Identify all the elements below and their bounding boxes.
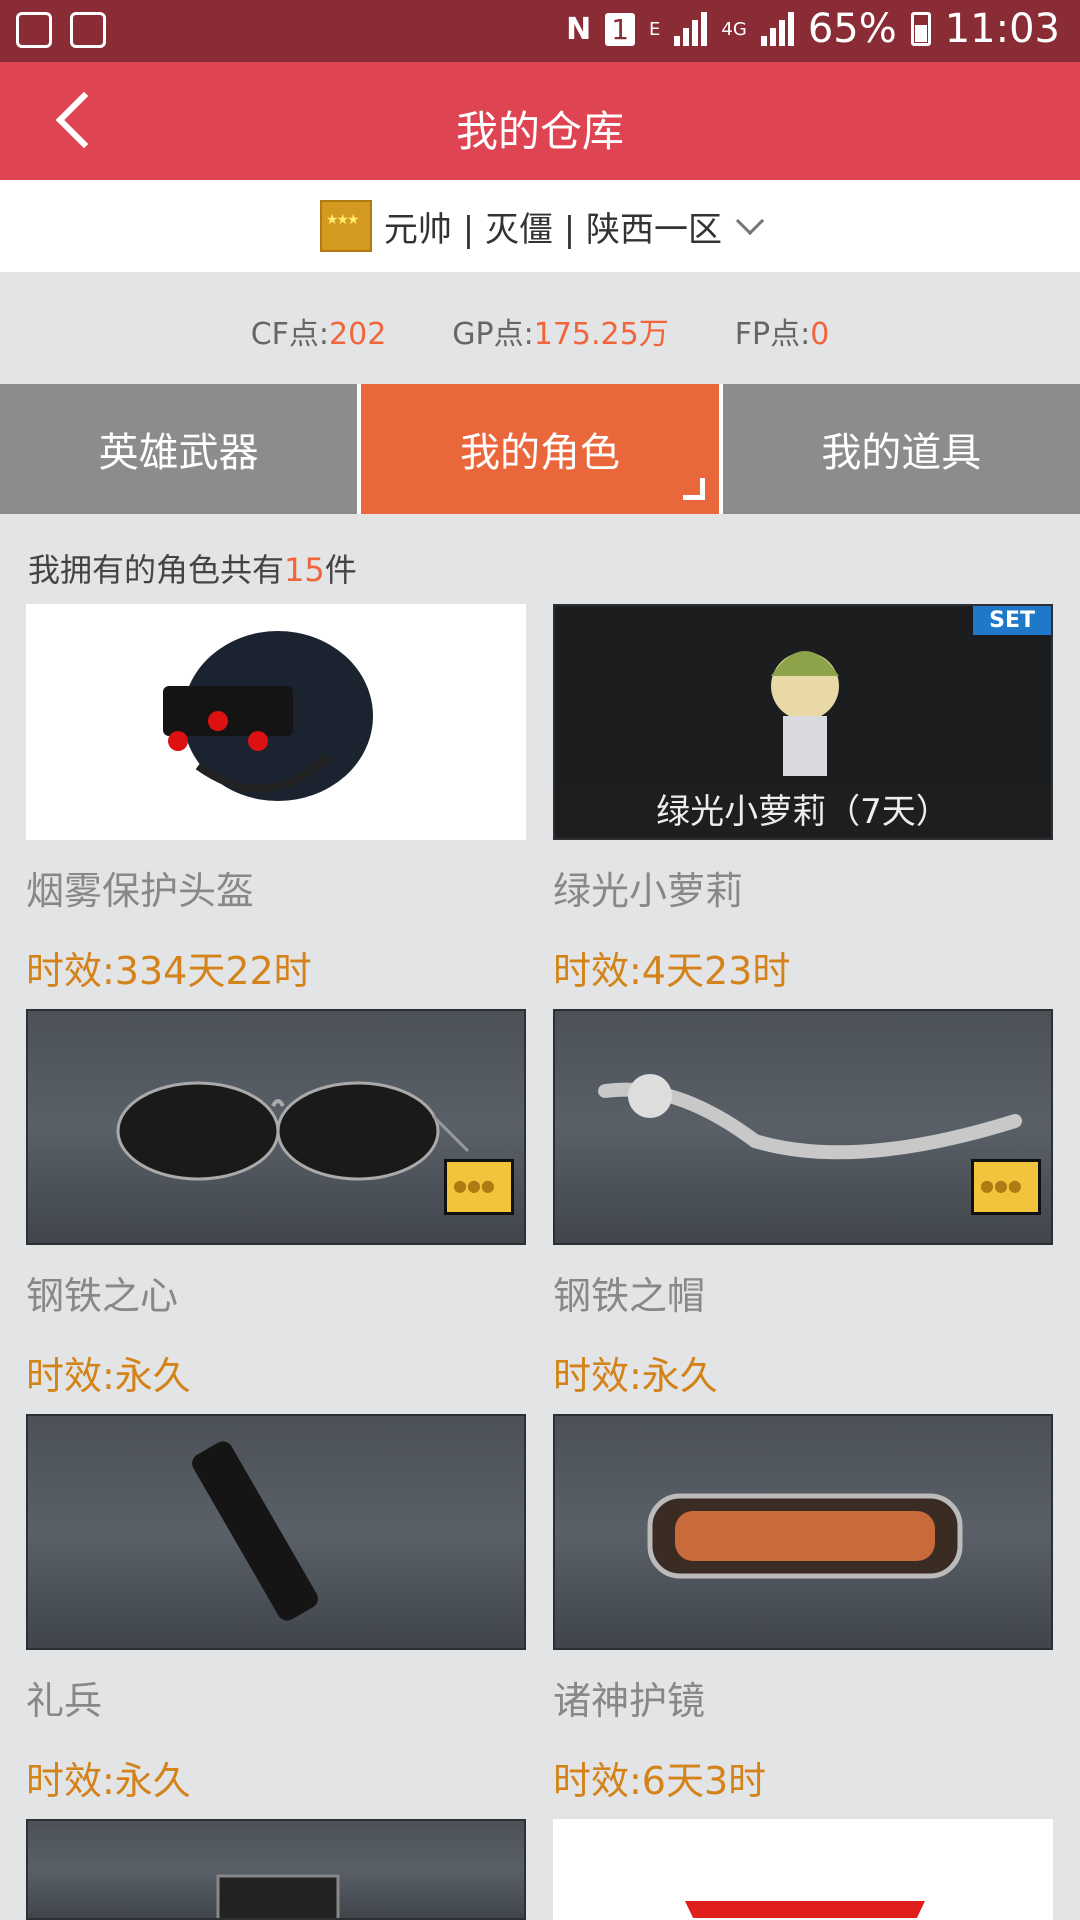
- item-duration: 时效:334天22时: [26, 949, 312, 993]
- list-item[interactable]: 诸神护镜 时效:6天3时: [553, 1414, 1053, 1819]
- tab-my-roles[interactable]: 我的角色: [361, 384, 719, 514]
- item-name: 礼兵: [26, 1679, 103, 1723]
- cf-value: 202: [329, 317, 387, 352]
- list-item[interactable]: 礼兵 时效:永久: [26, 1414, 526, 1819]
- category-tabs: 英雄武器 我的角色 我的道具: [0, 384, 1080, 514]
- cf-points: CF点:202: [251, 309, 387, 353]
- notification-app-icon: [16, 12, 52, 48]
- item-name: 诸神护镜: [553, 1679, 706, 1723]
- rank-badge-icon: [319, 200, 372, 252]
- gp-value: 175.25万: [533, 317, 669, 352]
- item-duration: 时效:4天23时: [553, 949, 791, 993]
- battery-icon: [910, 12, 931, 46]
- fp-value: 0: [810, 317, 830, 352]
- network-type: 4G: [721, 18, 747, 40]
- list-item[interactable]: [26, 1819, 526, 1920]
- role-count: 我拥有的角色共有15件: [28, 545, 357, 591]
- battery-percent: 65%: [807, 6, 897, 52]
- sim-indicator: 1: [605, 12, 636, 46]
- list-item[interactable]: 烟雾保护头盔 时效:334天22时: [26, 604, 526, 1009]
- count-value: 15: [284, 551, 325, 589]
- cf-label: CF点:: [250, 317, 330, 352]
- edge-indicator: E: [649, 18, 661, 40]
- item-image: [26, 1414, 526, 1650]
- item-name: 钢铁之心: [26, 1274, 179, 1318]
- item-image: [553, 1819, 1053, 1920]
- item-duration: 时效:永久: [553, 1354, 718, 1398]
- app-header: 我的仓库: [0, 62, 1080, 180]
- item-image: [26, 604, 526, 840]
- points-summary: CF点:202 GP点:175.25万 FP点:0: [0, 300, 1080, 362]
- premium-badge-icon: [971, 1159, 1041, 1215]
- list-item[interactable]: SET 绿光小萝莉（7天） 绿光小萝莉 时效:4天23时: [553, 604, 1053, 1009]
- item-name: 绿光小萝莉: [553, 869, 744, 913]
- premium-badge-icon: [444, 1159, 514, 1215]
- gp-label: GP点:: [452, 317, 534, 352]
- list-item[interactable]: 钢铁之心 时效:永久: [26, 1009, 526, 1414]
- item-name: 钢铁之帽: [553, 1274, 706, 1318]
- nfc-icon: N: [566, 11, 592, 47]
- tab-hero-weapons[interactable]: 英雄武器: [0, 384, 358, 514]
- list-item[interactable]: [553, 1819, 1053, 1920]
- set-tag: SET: [973, 606, 1051, 635]
- signal-icon-2: [760, 12, 794, 46]
- account-label: 元帅 | 灭僵 | 陕西一区: [383, 209, 723, 250]
- signal-icon: [674, 12, 708, 46]
- image-caption: 绿光小萝莉（7天）: [555, 788, 1051, 838]
- selected-corner-icon: [682, 478, 705, 500]
- item-image: [553, 1414, 1053, 1650]
- item-duration: 时效:永久: [26, 1759, 191, 1803]
- account-selector[interactable]: 元帅 | 灭僵 | 陕西一区: [0, 180, 1080, 272]
- item-image: [553, 1009, 1053, 1245]
- list-item[interactable]: 钢铁之帽 时效:永久: [553, 1009, 1053, 1414]
- item-image: [26, 1819, 526, 1920]
- item-image: SET 绿光小萝莉（7天）: [553, 604, 1053, 840]
- fp-points: FP点:0: [735, 309, 830, 353]
- item-image: [26, 1009, 526, 1245]
- item-duration: 时效:6天3时: [553, 1759, 767, 1803]
- tab-my-items[interactable]: 我的道具: [722, 384, 1080, 514]
- clock: 11:03: [944, 6, 1060, 52]
- fp-label: FP点:: [734, 317, 811, 352]
- count-suffix: 件: [324, 551, 357, 589]
- page-title: 我的仓库: [455, 107, 624, 156]
- count-prefix: 我拥有的角色共有: [28, 551, 285, 589]
- gp-points: GP点:175.25万: [452, 309, 668, 353]
- chevron-down-icon: [735, 206, 765, 236]
- status-bar: N 1 E 4G 65% 11:03: [0, 0, 1080, 62]
- tab-my-roles-label: 我的角色: [459, 430, 620, 476]
- item-duration: 时效:永久: [26, 1354, 191, 1398]
- gallery-notification-icon: [70, 12, 106, 48]
- item-name: 烟雾保护头盔: [26, 869, 255, 913]
